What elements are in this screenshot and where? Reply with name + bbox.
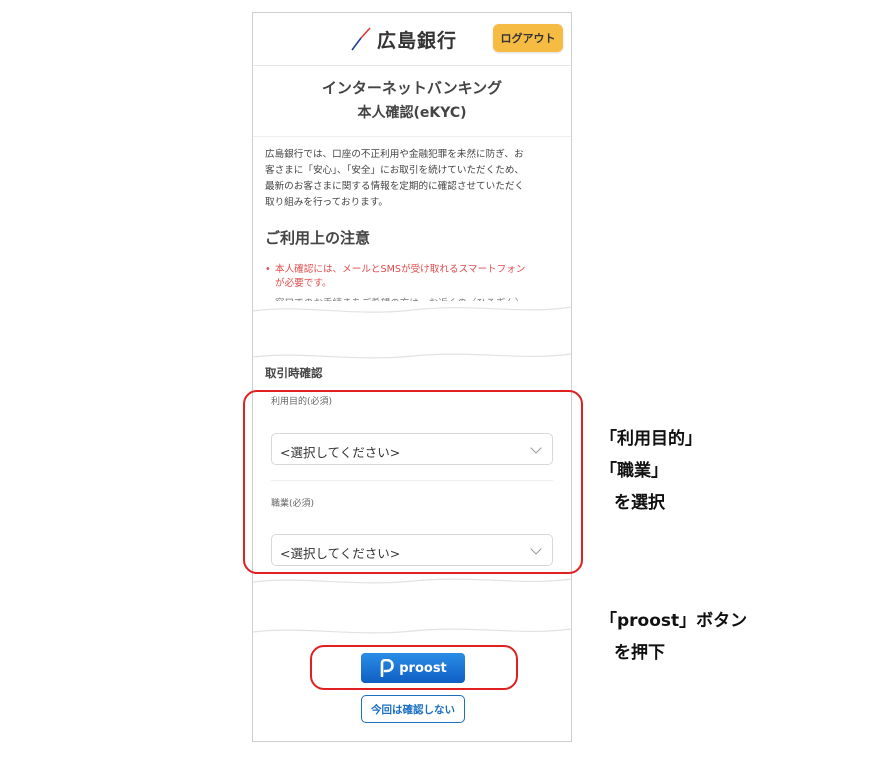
header: 広島銀行 ログアウト bbox=[253, 13, 571, 66]
bank-logo-icon bbox=[351, 27, 371, 51]
annotation-line: 「職業」 bbox=[600, 461, 668, 481]
wave-divider bbox=[253, 628, 571, 634]
intro-line: 広島銀行では、口座の不正利用や金融犯罪を未然に防ぎ、お bbox=[265, 149, 524, 160]
page-title: インターネットバンキング bbox=[321, 79, 503, 97]
annotation-proost: 「proost」ボタン を押下 bbox=[600, 605, 747, 669]
annotation-line: を選択 bbox=[614, 493, 665, 513]
intro-line: 最新のお客さまに関する情報を定期的に確認させていただく bbox=[265, 181, 525, 192]
notice-heading: ご利用上の注意 bbox=[265, 229, 371, 247]
page-subtitle: 本人確認(eKYC) bbox=[357, 105, 467, 121]
notice-item-line: が必要です。 bbox=[275, 278, 332, 289]
select-highlight-box bbox=[243, 390, 583, 574]
notice-item: 本人確認には、メールとSMSが受け取れるスマートフォン が必要です。 bbox=[265, 263, 565, 291]
section-heading: 取引時確認 bbox=[265, 366, 323, 380]
annotation-line: 「proost」ボタン bbox=[600, 611, 748, 631]
annotation-line: を押下 bbox=[614, 643, 665, 663]
proost-highlight-box bbox=[310, 645, 518, 690]
bank-name: 広島銀行 bbox=[377, 29, 458, 52]
page-title-block: インターネットバンキング 本人確認(eKYC) bbox=[253, 66, 571, 137]
notice-list: 本人確認には、メールとSMSが受け取れるスマートフォン が必要です。 bbox=[265, 263, 565, 291]
wave-divider bbox=[253, 578, 571, 584]
bank-logo: 広島銀行 bbox=[349, 25, 457, 53]
annotation-select: 「利用目的」 「職業」 を選択 bbox=[600, 423, 702, 519]
intro-text: 広島銀行では、口座の不正利用や金融犯罪を未然に防ぎ、お 客さまに「安心」、「安全… bbox=[265, 147, 557, 211]
phone-screen: 広島銀行 ログアウト インターネットバンキング 本人確認(eKYC) 広島銀行で… bbox=[252, 12, 572, 742]
logout-button[interactable]: ログアウト bbox=[493, 24, 563, 52]
intro-line: 客さまに「安心」、「安全」にお取引を続けていただくため、 bbox=[265, 165, 525, 176]
wave-divider bbox=[253, 353, 571, 359]
wave-divider bbox=[253, 301, 571, 313]
intro-line: 取り組みを行っております。 bbox=[265, 197, 388, 208]
skip-confirmation-button[interactable]: 今回は確認しない bbox=[361, 695, 465, 723]
notice-item-line: 本人確認には、メールとSMSが受け取れるスマートフォン bbox=[275, 264, 526, 275]
annotation-line: 「利用目的」 bbox=[600, 429, 702, 449]
